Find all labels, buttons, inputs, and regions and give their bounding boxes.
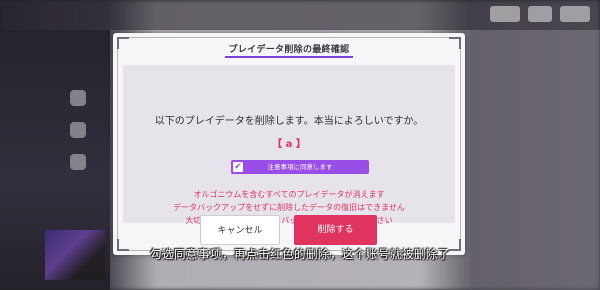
play-data-name: 【 a 】 xyxy=(272,139,306,150)
agree-checkbox[interactable]: ✔ 注意事項に同意します xyxy=(231,160,369,174)
title-underline xyxy=(225,56,353,58)
warning-text: 大切なデータは必ずデータバックアップを行ってください xyxy=(185,216,393,225)
delete-button[interactable]: 削除する xyxy=(294,215,377,245)
warning-text: オルゴニウムを含むすべてのプレイデータが消えます xyxy=(193,190,385,199)
dialog-title: プレイデータ削除の最終確認 xyxy=(228,45,350,55)
agree-label: 注意事項に同意します xyxy=(267,163,333,171)
cancel-button[interactable]: キャンセル xyxy=(200,215,280,245)
video-subtitle: 勾选同意事项，再点击红色的删除，这个账号就被删除了 xyxy=(150,247,450,261)
dialog-content: 以下のプレイデータを削除します。本当によろしいですか。 【 a 】 ✔ 注意事項… xyxy=(123,65,455,225)
warning-text: データバックアップをせずに削除したデータの復旧はできません xyxy=(173,203,405,212)
delete-confirm-dialog: プレイデータ削除の最終確認 以下のプレイデータを削除します。本当によろしいですか… xyxy=(113,33,465,255)
confirm-question: 以下のプレイデータを削除します。本当によろしいですか。 xyxy=(154,116,424,127)
